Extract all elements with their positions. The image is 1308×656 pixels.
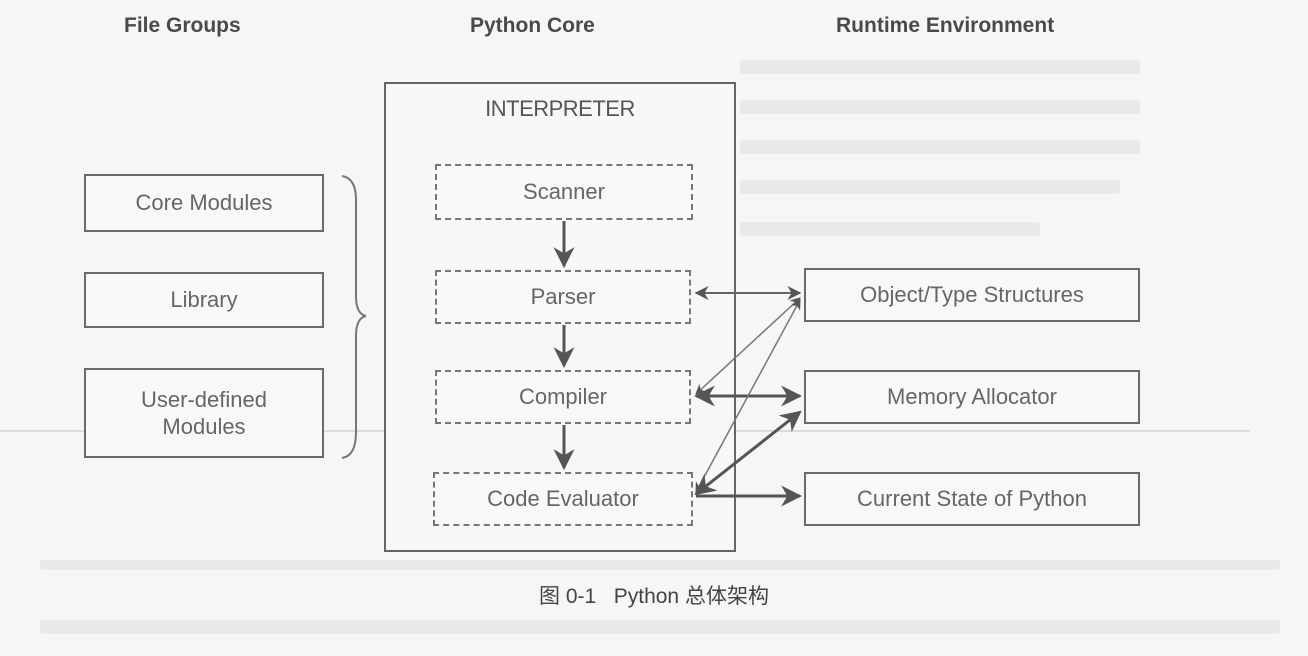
connectors — [341, 175, 803, 507]
arrow-evaluator-memory — [694, 410, 802, 496]
brace-icon — [341, 175, 367, 459]
figure-caption: 图 0-1 Python 总体架构 — [539, 585, 769, 608]
arrow-compiler-objects — [695, 297, 801, 395]
